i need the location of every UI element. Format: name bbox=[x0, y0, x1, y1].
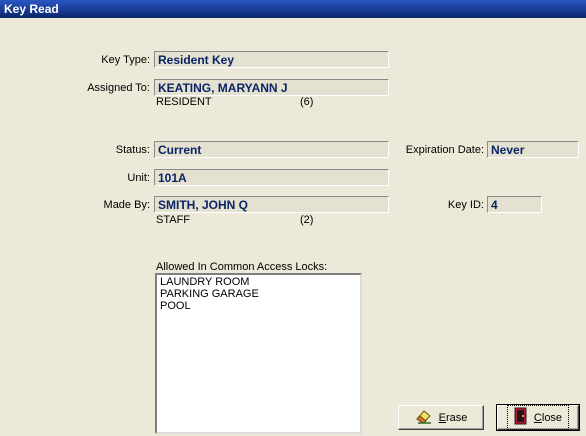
assigned-count: (6) bbox=[300, 96, 314, 108]
status-label: Status: bbox=[115, 144, 150, 156]
made-by-role: STAFF bbox=[156, 214, 191, 226]
key-type-label: Key Type: bbox=[101, 54, 150, 66]
erase-button[interactable]: Erase bbox=[398, 405, 484, 430]
assigned-to-label: Assigned To: bbox=[87, 82, 150, 94]
door-exit-icon bbox=[514, 407, 528, 428]
key-id-field: 4 bbox=[487, 196, 542, 213]
key-type-field: Resident Key bbox=[154, 51, 389, 68]
close-label: Close bbox=[533, 411, 563, 424]
made-by-label: Made By: bbox=[103, 199, 150, 211]
locks-label: Allowed In Common Access Locks: bbox=[156, 261, 328, 273]
unit-field: 101A bbox=[154, 169, 389, 186]
close-button[interactable]: Close bbox=[496, 404, 580, 431]
assigned-role: RESIDENT bbox=[156, 96, 212, 108]
status-field: Current bbox=[154, 141, 389, 158]
key-id-label: Key ID: bbox=[447, 199, 484, 211]
list-item[interactable]: POOL bbox=[160, 300, 357, 312]
list-item[interactable]: PARKING GARAGE bbox=[160, 288, 357, 300]
made-by-count: (2) bbox=[300, 214, 314, 226]
expiration-date-field: Never bbox=[487, 141, 579, 158]
eraser-icon bbox=[415, 408, 433, 427]
common-access-locks-list[interactable]: LAUNDRY ROOM PARKING GARAGE POOL bbox=[155, 273, 362, 434]
list-item[interactable]: LAUNDRY ROOM bbox=[160, 276, 357, 288]
expiration-date-label: Expiration Date: bbox=[405, 144, 484, 156]
assigned-to-field: KEATING, MARYANN J bbox=[154, 79, 389, 96]
made-by-field: SMITH, JOHN Q bbox=[154, 196, 389, 213]
unit-label: Unit: bbox=[127, 172, 150, 184]
title-bar: Key Read bbox=[0, 0, 586, 18]
erase-label: Erase bbox=[438, 411, 468, 424]
window-title: Key Read bbox=[4, 2, 59, 16]
